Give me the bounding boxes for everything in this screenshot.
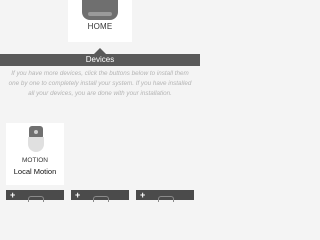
device-icon [158, 196, 174, 202]
device-card-motion[interactable]: MOTION Local Motion [6, 123, 64, 185]
device-name-label: Local Motion [13, 167, 57, 176]
home-device-card[interactable]: HOME [68, 0, 132, 42]
devices-section-header: Devices [0, 54, 200, 66]
device-icon [93, 196, 109, 202]
device-type-label: MOTION [22, 157, 48, 164]
add-device-button[interactable]: + [136, 190, 194, 202]
add-device-button[interactable]: + [71, 190, 129, 202]
plus-icon: + [140, 190, 146, 200]
home-hub-icon [82, 0, 118, 20]
plus-icon: + [10, 190, 16, 200]
plus-icon: + [75, 190, 81, 200]
instructions-text: If you have more devices, click the butt… [8, 70, 192, 97]
home-label: HOME [87, 22, 113, 31]
motion-sensor-icon [28, 126, 44, 152]
add-device-button[interactable]: + [6, 190, 64, 202]
device-icon [28, 196, 44, 202]
